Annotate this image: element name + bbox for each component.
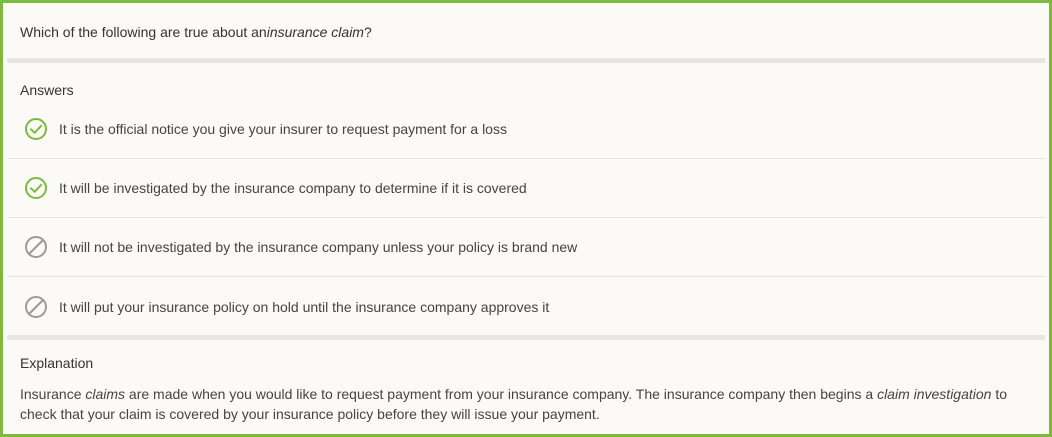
check-circle-icon [23, 175, 49, 201]
question-suffix: ? [363, 24, 372, 40]
explanation-segment: Insurance [20, 386, 86, 402]
answer-text: It will not be investigated by the insur… [59, 239, 578, 255]
quiz-card: Which of the following are true about an… [0, 0, 1052, 437]
answer-item: It will not be investigated by the insur… [7, 218, 1045, 277]
answer-item: It will be investigated by the insurance… [7, 159, 1045, 218]
section-separator [7, 335, 1045, 340]
explanation-segment: are made when you would like to request … [125, 386, 878, 402]
answer-item: It is the official notice you give your … [7, 100, 1045, 159]
answers-header: Answers [20, 82, 74, 98]
answer-item: It will put your insurance policy on hol… [7, 277, 1045, 336]
answer-text: It will be investigated by the insurance… [59, 180, 527, 196]
answer-text: It will put your insurance policy on hol… [59, 298, 550, 315]
explanation-section: Explanation Insurance claims are made wh… [7, 341, 1045, 431]
explanation-term: claim investigation [877, 386, 992, 402]
answers-section: Answers It is the official notice you gi… [7, 63, 1045, 335]
explanation-header: Explanation [20, 355, 94, 371]
explanation-text: Insurance claims are made when you would… [20, 384, 1029, 424]
prohibited-icon [23, 294, 49, 320]
question-text: Which of the following are true about an… [7, 6, 1045, 58]
question-prefix: Which of the following are true about an [20, 24, 267, 40]
question-term: insurance claim [266, 24, 364, 40]
answer-text: It is the official notice you give your … [59, 121, 507, 137]
explanation-term: claims [85, 386, 126, 402]
check-circle-icon [23, 116, 49, 142]
prohibited-icon [23, 234, 49, 260]
